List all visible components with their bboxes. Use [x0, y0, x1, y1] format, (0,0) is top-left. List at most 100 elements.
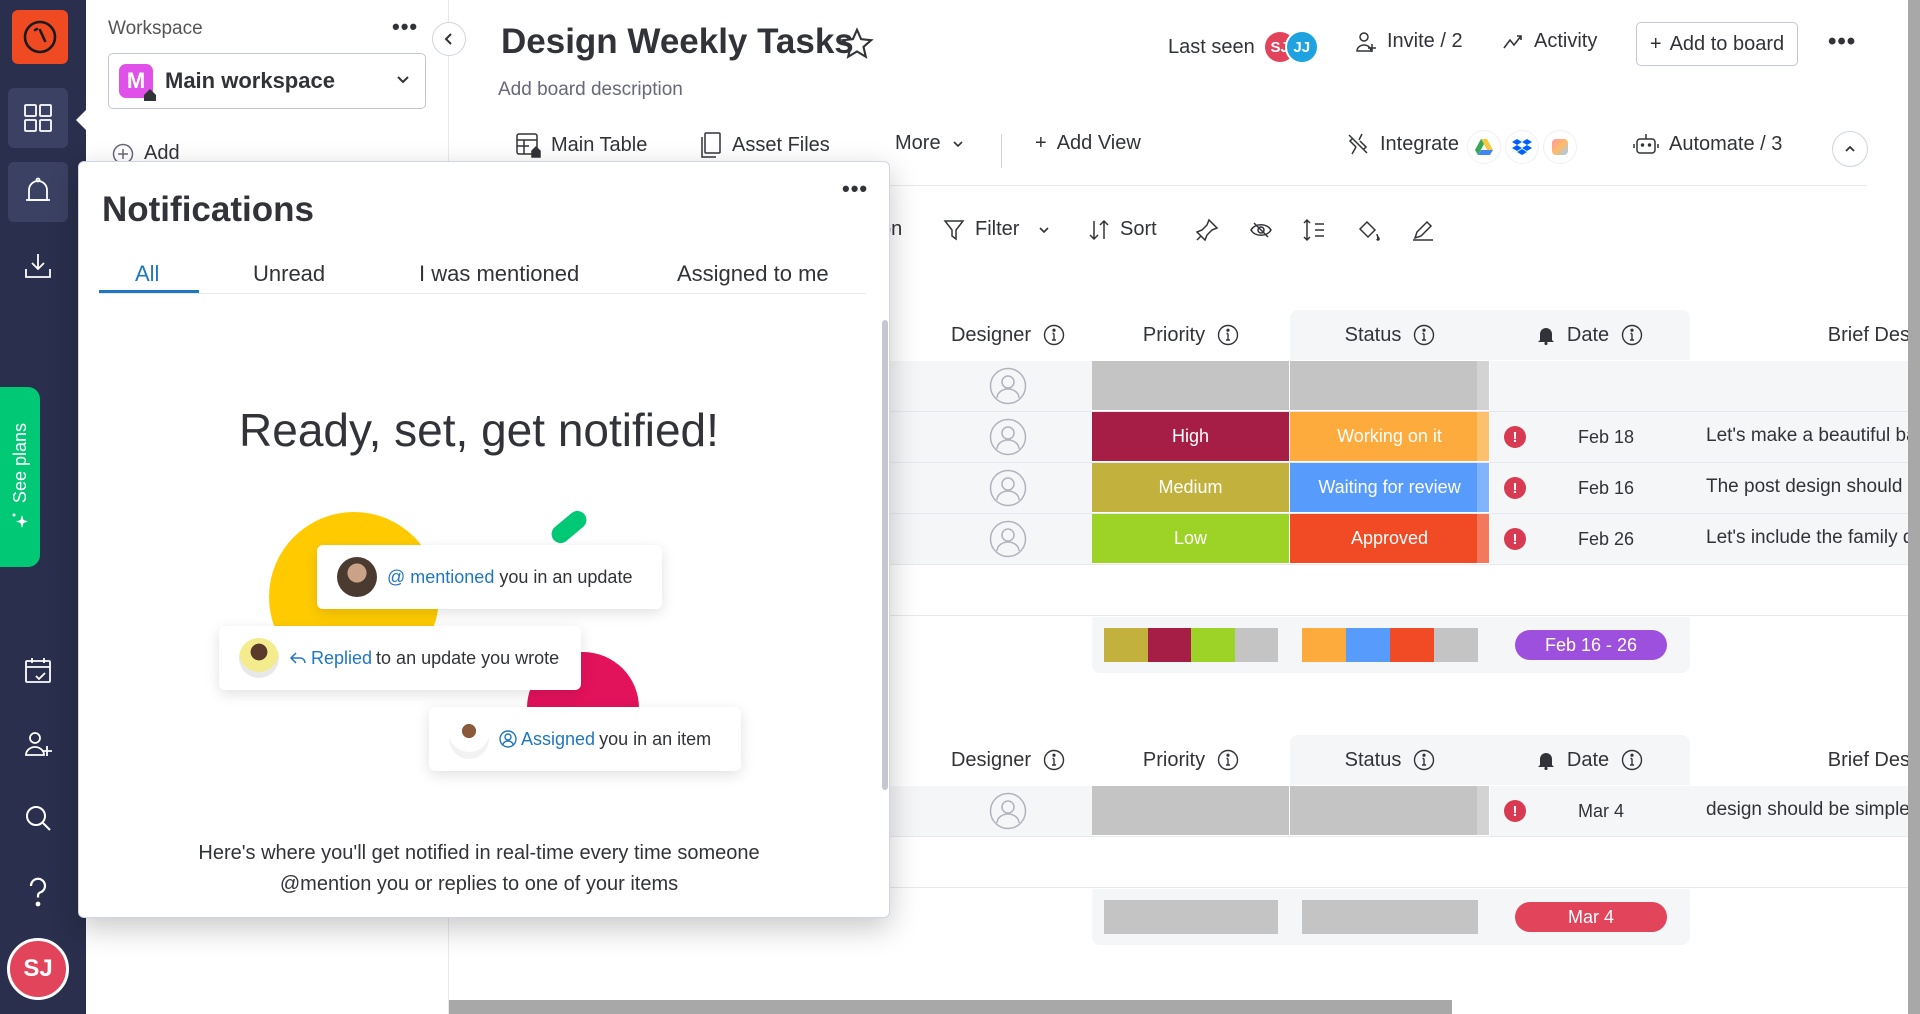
date-cell[interactable]: ! Feb 26	[1490, 514, 1690, 564]
bell-icon	[26, 177, 50, 201]
horizontal-scrollbar[interactable]	[449, 1000, 1452, 1014]
info-icon[interactable]	[1413, 749, 1435, 771]
column-header-priority[interactable]: Priority	[1092, 735, 1290, 785]
collapse-panel-button[interactable]	[432, 22, 466, 56]
brief-cell[interactable]: Let's include the family d	[1706, 527, 1910, 549]
designer-cell[interactable]	[924, 361, 1092, 411]
vertical-scrollbar[interactable]	[1908, 0, 1920, 1014]
info-icon[interactable]	[1217, 324, 1239, 346]
monday-logo-icon[interactable]	[12, 10, 68, 64]
add-to-board-button[interactable]: + Add to board	[1636, 22, 1798, 66]
nav-help-button[interactable]	[8, 862, 68, 922]
dropbox-icon[interactable]	[1505, 130, 1539, 164]
tab-main-table[interactable]: Main Table	[515, 132, 647, 158]
priority-summary-bar[interactable]	[1104, 628, 1278, 662]
column-header-date[interactable]: Date	[1490, 310, 1690, 360]
brief-cell[interactable]: The post design should h	[1706, 476, 1910, 498]
status-summary-bar[interactable]	[1302, 900, 1478, 934]
column-header-priority[interactable]: Priority	[1092, 310, 1290, 360]
sort-button[interactable]: Sort	[1088, 218, 1157, 241]
info-icon[interactable]	[1043, 749, 1065, 771]
column-header-date[interactable]: Date	[1490, 735, 1690, 785]
board-title[interactable]: Design Weekly Tasks	[501, 22, 854, 62]
status-cell[interactable]: Working on it	[1290, 412, 1490, 462]
date-cell[interactable]: ! Feb 16	[1490, 463, 1690, 513]
see-plans-button[interactable]: See plans	[0, 387, 40, 567]
row-height-button[interactable]	[1302, 218, 1326, 242]
nav-search-button[interactable]	[8, 788, 68, 848]
notifications-scrollbar[interactable]	[882, 320, 888, 790]
invite-button[interactable]: Invite / 2	[1355, 30, 1463, 53]
date-range-pill[interactable]: Mar 4	[1515, 902, 1667, 932]
nav-notifications-button[interactable]	[8, 162, 68, 222]
last-seen[interactable]: Last seen SJ JJ	[1168, 30, 1319, 64]
designer-cell[interactable]	[924, 786, 1092, 836]
column-header-status[interactable]: Status	[1290, 310, 1490, 360]
add-view-button[interactable]: + Add View	[1035, 132, 1141, 155]
activity-button[interactable]: Activity	[1502, 30, 1597, 53]
status-cell[interactable]: Approved	[1290, 514, 1490, 564]
board-more-icon[interactable]: •••	[1828, 28, 1856, 56]
nav-invite-button[interactable]	[8, 714, 68, 774]
user-avatar[interactable]: SJ	[7, 938, 69, 1000]
column-header-designer[interactable]: Designer	[924, 310, 1092, 360]
info-icon[interactable]	[1043, 324, 1065, 346]
hide-button[interactable]	[1249, 218, 1273, 242]
integrate-button[interactable]: Integrate	[1346, 132, 1459, 156]
edit-button[interactable]	[1411, 218, 1435, 242]
favorite-star-icon[interactable]	[840, 27, 874, 61]
brief-cell[interactable]: Let's make a beautiful ba	[1706, 425, 1910, 447]
automate-button[interactable]: Automate / 3	[1633, 132, 1782, 156]
column-header-brief[interactable]: Brief Des	[1690, 310, 1910, 360]
integration-icons[interactable]	[1467, 130, 1577, 164]
priority-cell[interactable]	[1092, 786, 1290, 836]
column-header-designer[interactable]: Designer	[924, 735, 1092, 785]
column-header-label: Date	[1566, 748, 1610, 771]
tab-i-was-mentioned[interactable]: I was mentioned	[419, 261, 579, 287]
priority-summary-bar[interactable]	[1104, 900, 1278, 934]
tab-asset-files[interactable]: Asset Files	[700, 132, 830, 158]
collapse-header-button[interactable]	[1832, 131, 1868, 167]
brief-cell[interactable]: design should be simple	[1706, 799, 1910, 821]
status-summary-bar[interactable]	[1302, 628, 1478, 662]
avatar[interactable]: JJ	[1284, 30, 1319, 64]
nav-workspaces-button[interactable]	[8, 88, 68, 148]
priority-cell[interactable]: Medium	[1092, 463, 1290, 513]
info-icon[interactable]	[1217, 749, 1239, 771]
priority-cell[interactable]: Low	[1092, 514, 1290, 564]
tab-more[interactable]: More	[895, 132, 965, 155]
designer-cell[interactable]	[924, 514, 1092, 564]
date-cell[interactable]	[1490, 361, 1690, 411]
status-cell[interactable]	[1290, 786, 1490, 836]
designer-cell[interactable]	[924, 412, 1092, 462]
pin-button[interactable]	[1195, 218, 1219, 242]
priority-cell[interactable]	[1092, 361, 1290, 411]
status-cell[interactable]	[1290, 361, 1490, 411]
add-to-board-label: Add to board	[1669, 32, 1785, 55]
priority-cell[interactable]: High	[1092, 412, 1290, 462]
column-header-status[interactable]: Status	[1290, 735, 1490, 785]
tab-assigned-to-me[interactable]: Assigned to me	[677, 261, 829, 287]
date-cell[interactable]: ! Mar 4	[1490, 786, 1690, 836]
notifications-more-icon[interactable]: •••	[842, 176, 868, 202]
nav-my-work-button[interactable]	[8, 640, 68, 700]
designer-cell[interactable]	[924, 463, 1092, 513]
info-icon[interactable]	[1621, 324, 1643, 346]
nav-inbox-button[interactable]	[8, 236, 68, 296]
filter-button[interactable]: Filter	[943, 218, 1051, 241]
info-icon[interactable]	[1621, 749, 1643, 771]
date-cell[interactable]: ! Feb 18	[1490, 412, 1690, 462]
date-range-pill[interactable]: Feb 16 - 26	[1515, 630, 1667, 660]
pencil-icon	[1413, 220, 1433, 241]
workspace-selector[interactable]: M Main workspace	[108, 53, 426, 109]
column-header-brief[interactable]: Brief Des	[1690, 735, 1910, 785]
adobe-cc-icon[interactable]	[1543, 130, 1577, 164]
board-description[interactable]: Add board description	[498, 79, 683, 101]
info-icon[interactable]	[1413, 324, 1435, 346]
workspace-more-icon[interactable]: •••	[392, 14, 418, 40]
color-button[interactable]	[1357, 218, 1381, 242]
google-drive-icon[interactable]	[1467, 130, 1501, 164]
tab-all[interactable]: All	[135, 261, 159, 287]
status-cell[interactable]: Waiting for review	[1290, 463, 1490, 513]
tab-unread[interactable]: Unread	[253, 261, 325, 287]
